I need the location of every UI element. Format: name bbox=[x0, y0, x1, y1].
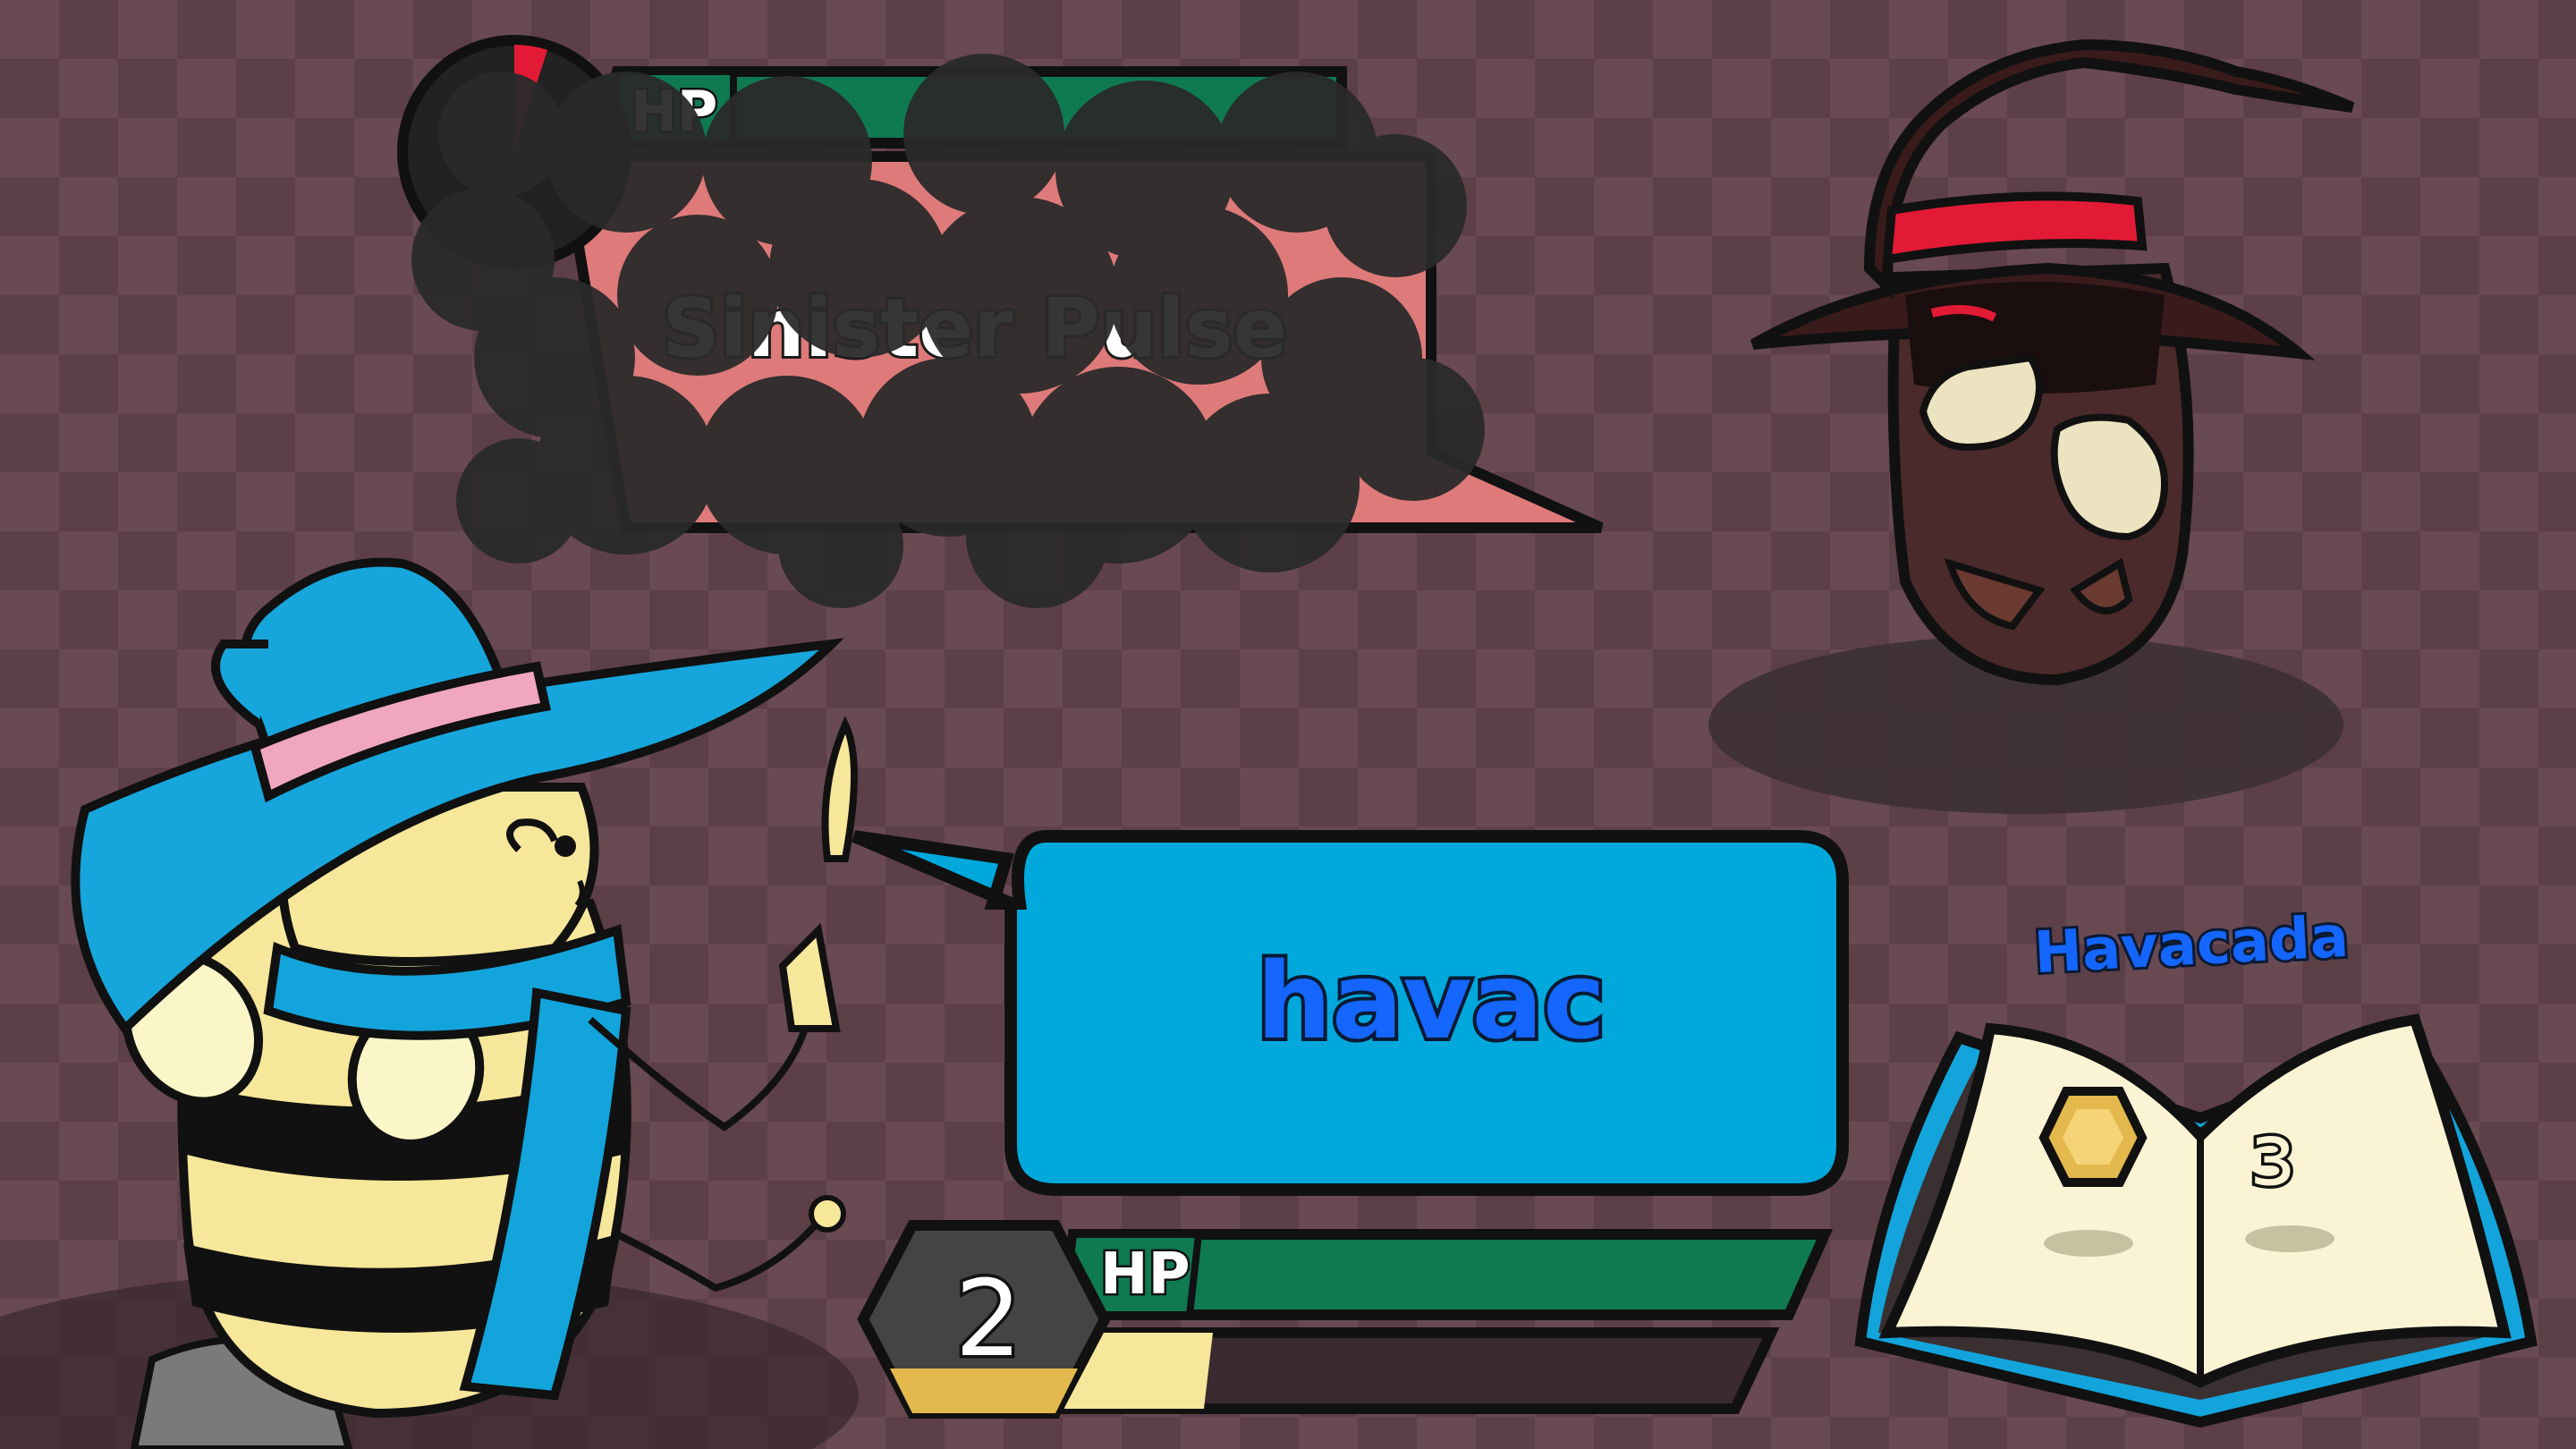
spellbook[interactable] bbox=[0, 0, 2576, 1449]
honeycomb-icon bbox=[2038, 1087, 2148, 1187]
spellbook-page-glyph: ɜ bbox=[2246, 1102, 2298, 1208]
